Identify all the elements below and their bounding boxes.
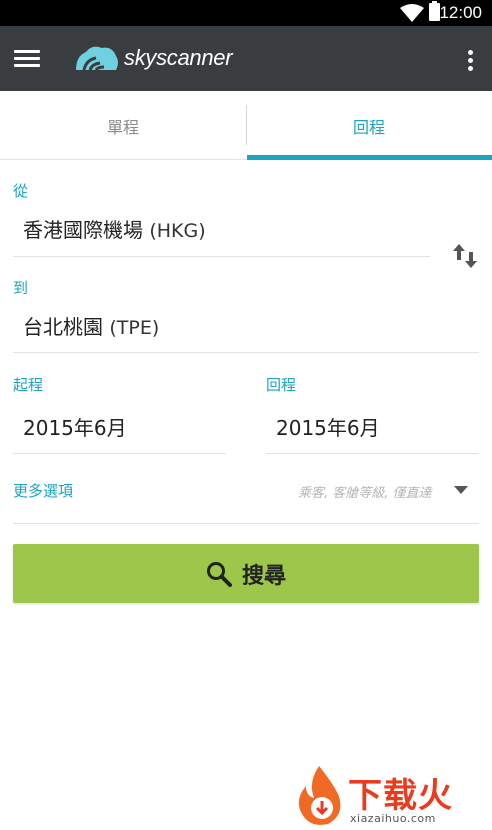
from-field[interactable]: 香港國際機場 (HKG) xyxy=(23,214,206,243)
skyscanner-logo: skyscanner xyxy=(72,40,233,76)
tab-round-trip[interactable]: 回程 xyxy=(246,91,492,160)
depart-label: 起程 xyxy=(13,376,44,394)
logo-text: skyscanner xyxy=(124,45,233,70)
from-label: 從 xyxy=(13,182,29,200)
return-date-field[interactable]: 2015年6月 xyxy=(276,412,380,441)
to-field[interactable]: 台北桃園 (TPE) xyxy=(23,311,159,340)
to-city: 台北桃園 xyxy=(23,315,103,339)
depart-date-field[interactable]: 2015年6月 xyxy=(23,412,127,441)
watermark-url: xiazaihuo.com xyxy=(350,812,436,825)
more-options-label[interactable]: 更多選項 xyxy=(13,480,73,501)
more-options-hint: 乘客, 客艙等級, 僅直達 xyxy=(298,486,432,501)
tab-selected-indicator xyxy=(247,155,492,160)
watermark-logo: 下载火 xiazaihuo.com xyxy=(288,764,492,830)
to-label: 到 xyxy=(13,279,29,297)
status-bar: 12:00 xyxy=(0,0,492,26)
trip-type-tabs: 單程 回程 xyxy=(0,91,492,160)
from-city: 香港國際機場 xyxy=(23,218,143,242)
search-button[interactable]: 搜尋 xyxy=(13,544,479,603)
more-options-underline xyxy=(13,523,479,524)
depart-underline xyxy=(13,453,226,454)
dropdown-arrow-icon[interactable] xyxy=(454,486,468,494)
search-button-label: 搜尋 xyxy=(241,563,286,589)
from-underline xyxy=(13,256,430,257)
watermark-title: 下载火 xyxy=(348,776,453,816)
search-icon xyxy=(206,561,232,587)
flame-icon xyxy=(298,766,341,825)
swap-icon[interactable] xyxy=(452,242,478,270)
overflow-menu-icon[interactable] xyxy=(468,50,474,71)
to-code: (TPE) xyxy=(109,317,160,339)
return-label: 回程 xyxy=(266,376,297,394)
from-code: (HKG) xyxy=(149,220,206,242)
to-underline xyxy=(13,352,479,353)
skyscanner-logo-icon xyxy=(76,46,118,71)
app-bar: skyscanner xyxy=(0,26,492,91)
wifi-icon xyxy=(400,4,424,22)
battery-icon xyxy=(429,1,440,21)
menu-icon[interactable] xyxy=(14,50,40,68)
tab-one-way[interactable]: 單程 xyxy=(0,91,246,160)
status-time: 12:00 xyxy=(439,3,482,22)
return-underline xyxy=(266,453,479,454)
